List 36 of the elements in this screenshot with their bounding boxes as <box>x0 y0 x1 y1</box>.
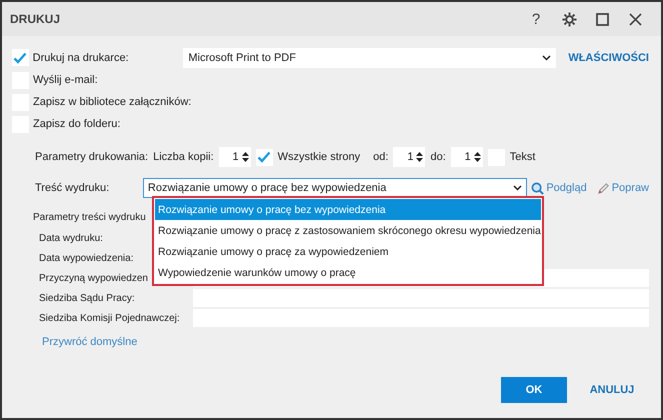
option-label: Drukuj na drukarce: <box>32 52 130 64</box>
chevron-down-icon[interactable] <box>513 185 522 191</box>
field-label: Siedziba Komisji Pojednawczej: <box>39 312 181 324</box>
window-title: DRUKUJ <box>10 12 62 26</box>
field-label: Treść wydruku: <box>35 182 110 194</box>
magnifier-icon <box>531 182 544 194</box>
chevron-down-icon[interactable] <box>542 54 552 60</box>
field-label: Data wypowiedzenia: <box>39 252 134 264</box>
to-field[interactable]: 1 <box>450 147 483 167</box>
from-field[interactable]: 1 <box>393 147 426 167</box>
field-label: od: <box>373 151 388 163</box>
ok-button[interactable]: OK <box>501 377 567 403</box>
section-label: Parametry treści wydruku <box>33 212 146 222</box>
spin-arrows-icon[interactable] <box>474 151 481 163</box>
field-label: do: <box>430 151 446 163</box>
checkbox[interactable] <box>12 49 29 66</box>
option-label: Tekst <box>510 151 536 163</box>
content-select[interactable]: Rozwiązanie umowy o pracę bez wypowiedzenia <box>142 178 528 198</box>
checkbox[interactable] <box>256 148 273 166</box>
spin-arrows-icon[interactable] <box>242 151 249 163</box>
spin-arrows-icon[interactable] <box>416 151 424 163</box>
cancel-button[interactable]: ANULUJ <box>579 377 645 403</box>
field-label: Liczba kopii: <box>153 151 214 163</box>
copies-field[interactable]: 1 <box>218 147 251 167</box>
option-label: Zapisz do folderu: <box>33 118 120 130</box>
pencil-icon <box>596 182 610 194</box>
properties-link[interactable]: WŁAŚCIWOŚCI <box>568 52 649 64</box>
option-label: Wyślij e-mail: <box>33 74 98 86</box>
field-label: Siedziba Sądu Pracy: <box>39 292 136 304</box>
dropdown-option[interactable]: Rozwiązanie umowy o pracę bez wypowiedzenia <box>155 199 541 220</box>
field-label: Data wydruku: <box>39 232 104 244</box>
field-label: Parametry drukowania: <box>35 151 148 163</box>
option-label: Wszystkie strony <box>278 151 360 163</box>
help-button[interactable]: ? <box>522 7 550 31</box>
option-label: Zapisz w bibliotece załączników: <box>33 96 192 108</box>
printer-select[interactable]: Microsoft Print to PDF <box>183 48 556 68</box>
